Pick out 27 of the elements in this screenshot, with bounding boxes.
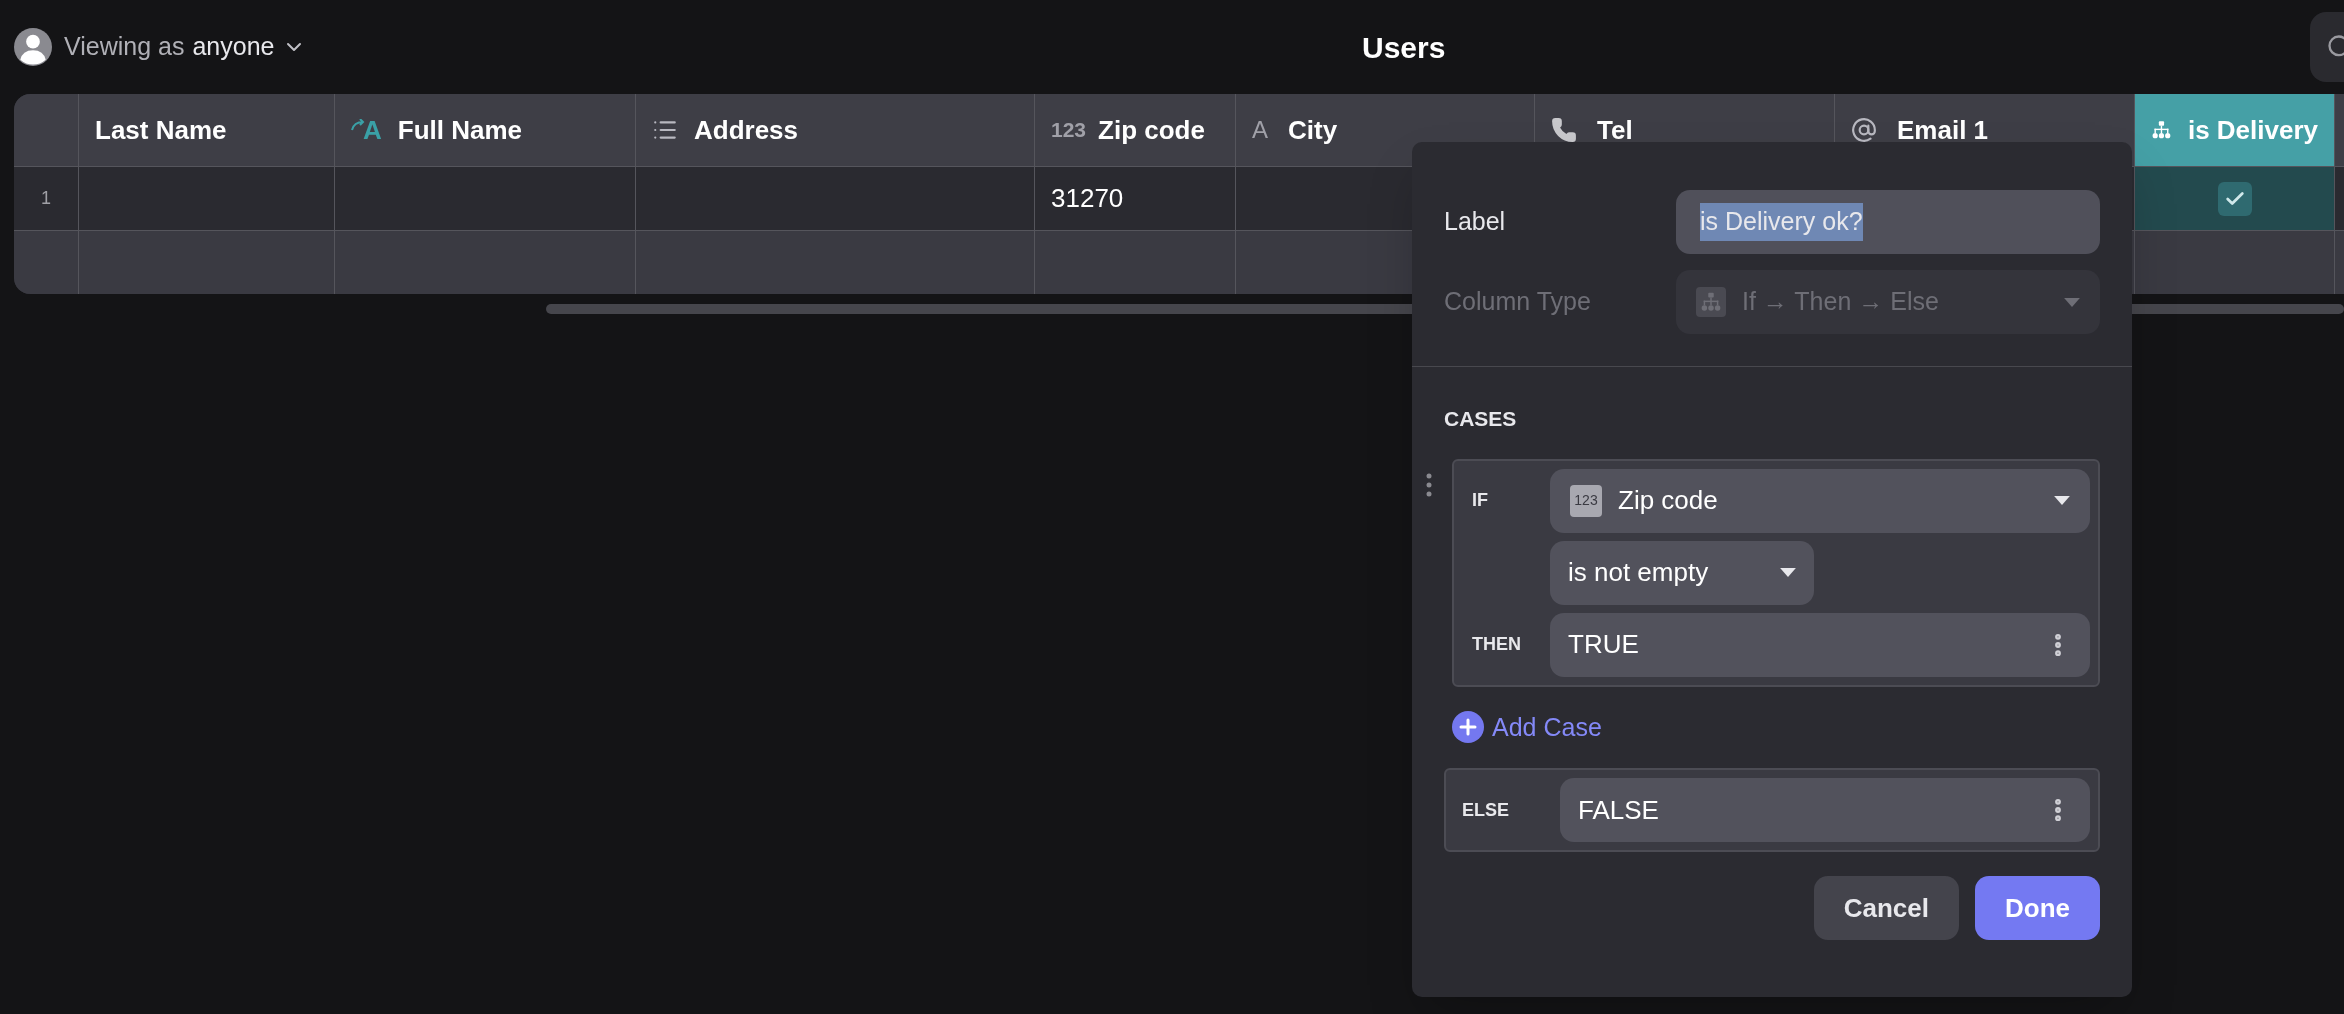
viewer-prefix: Viewing as (64, 31, 185, 63)
field-value: Zip code (1618, 484, 1719, 517)
column-type-value: If → Then → Else (1742, 286, 1940, 318)
column-label: is Delivery (2187, 113, 2318, 147)
else-label: ELSE (1462, 798, 1510, 822)
column-type-caption: Column Type (1444, 286, 1592, 318)
cases-heading: CASES (1444, 406, 1518, 432)
column-label: Address (694, 113, 799, 147)
column-label: Email 1 (1897, 113, 1989, 147)
if-label: IF (1472, 489, 1489, 512)
column-label: Full Name (397, 113, 523, 147)
number-type-icon: 123 (1051, 114, 1087, 146)
column-label: Last Name (95, 113, 227, 147)
text-type-icon: A (1252, 112, 1268, 148)
then-value: TRUE (1568, 628, 1640, 661)
page-title: Users (1362, 29, 1446, 66)
column-label: Zip code (1098, 113, 1205, 147)
column-label: City (1288, 113, 1338, 147)
label-caption: Label (1444, 206, 1507, 238)
table-cell-text: 31270 (1051, 182, 1124, 215)
number-type-icon: 123 (1570, 484, 1602, 517)
column-label: Tel (1597, 113, 1633, 147)
then-label: THEN (1472, 633, 1522, 656)
row-number: 1 (41, 187, 51, 210)
else-value: FALSE (1578, 793, 1660, 827)
label-value: is Delivery ok? (1700, 203, 1863, 241)
operator-value: is not empty (1568, 556, 1710, 589)
